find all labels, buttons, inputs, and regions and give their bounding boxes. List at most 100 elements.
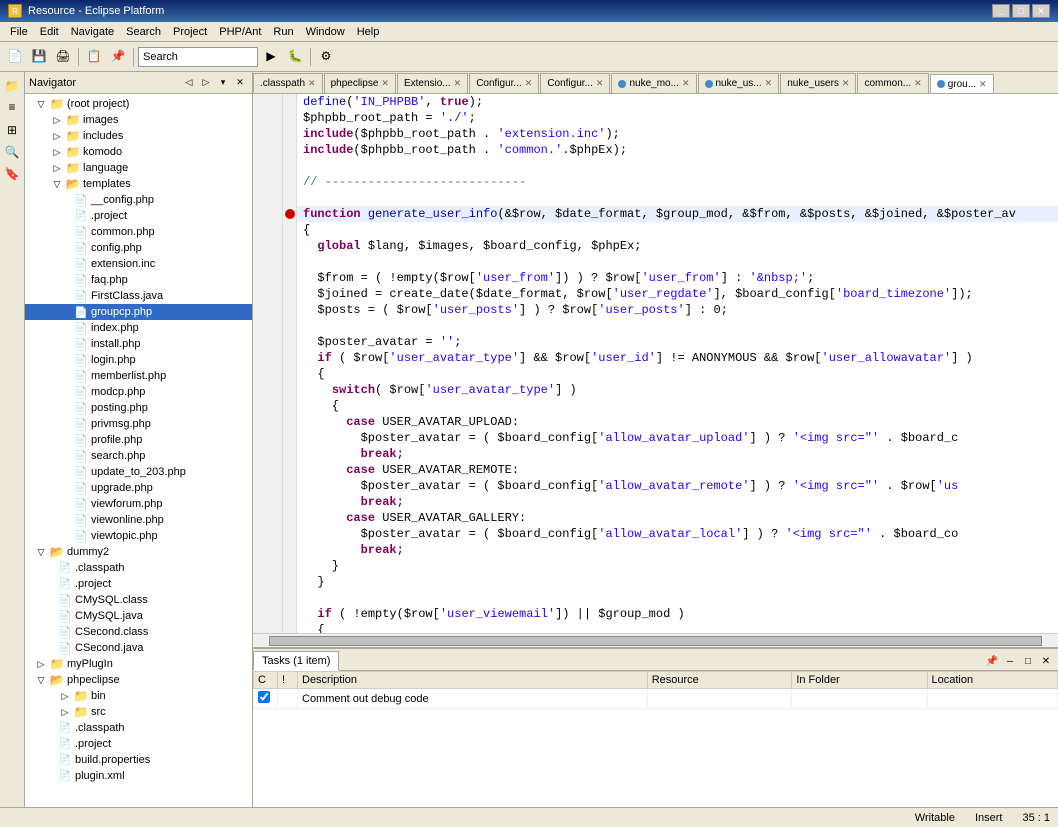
menu-edit[interactable]: Edit xyxy=(34,24,65,40)
list-item[interactable]: 📄 .project xyxy=(25,208,252,224)
list-item[interactable]: 📄 memberlist.php xyxy=(25,368,252,384)
tab-configur2[interactable]: Configur... ✕ xyxy=(540,73,610,93)
list-item[interactable]: 📄 upgrade.php xyxy=(25,480,252,496)
tab-configur1[interactable]: Configur... ✕ xyxy=(469,73,539,93)
list-item[interactable]: ▷ 📁 images xyxy=(25,112,252,128)
menu-search[interactable]: Search xyxy=(120,24,167,40)
tab-close-extensio[interactable]: ✕ xyxy=(454,78,462,89)
search-input[interactable] xyxy=(143,51,233,63)
list-item[interactable]: 📄 plugin.xml xyxy=(25,768,252,784)
list-item[interactable]: 📄 viewforum.php xyxy=(25,496,252,512)
task-checkbox-cell[interactable] xyxy=(254,689,278,709)
nav-menu-button[interactable]: ▾ xyxy=(215,75,231,91)
list-item[interactable]: 📄 CSecond.java xyxy=(25,640,252,656)
outline-icon[interactable]: ≡ xyxy=(2,98,22,118)
hierarchy-icon[interactable]: ⊞ xyxy=(2,120,22,140)
list-item-selected[interactable]: 📄 groupcp.php xyxy=(25,304,252,320)
nav-forward-button[interactable]: ▷ xyxy=(198,75,214,91)
list-item[interactable]: 📄 .classpath xyxy=(25,720,252,736)
list-item[interactable]: ▷ 📁 myPlugIn xyxy=(25,656,252,672)
list-item[interactable]: ▽ 📂 dummy2 xyxy=(25,544,252,560)
tab-phpeclipse[interactable]: phpeclipse ✕ xyxy=(324,73,396,93)
list-item[interactable]: 📄 config.php xyxy=(25,240,252,256)
menu-run[interactable]: Run xyxy=(267,24,299,40)
bottom-minimize-button[interactable]: — xyxy=(1002,654,1018,670)
tab-extensio[interactable]: Extensio... ✕ xyxy=(397,73,468,93)
tab-nuke-mo[interactable]: nuke_mo... ✕ xyxy=(611,73,696,93)
print-button[interactable]: 🖨 xyxy=(52,46,74,68)
bottom-close-button[interactable]: ✕ xyxy=(1038,654,1054,670)
tree-toggle-plugin[interactable]: ▷ xyxy=(33,656,49,672)
list-item[interactable]: 📄 common.php xyxy=(25,224,252,240)
list-item[interactable]: 📄 __config.php xyxy=(25,192,252,208)
list-item[interactable]: ▽ 📂 templates xyxy=(25,176,252,192)
list-item[interactable]: ▷ 📁 bin xyxy=(25,688,252,704)
list-item[interactable]: 📄 .project xyxy=(25,576,252,592)
task-checkbox[interactable] xyxy=(258,691,270,703)
tab-common[interactable]: common... ✕ xyxy=(857,73,928,93)
list-item[interactable]: 📄 CSecond.class xyxy=(25,624,252,640)
menu-window[interactable]: Window xyxy=(300,24,351,40)
list-item[interactable]: 📄 viewtopic.php xyxy=(25,528,252,544)
list-item[interactable]: ▽ 📂 phpeclipse xyxy=(25,672,252,688)
tab-close-groupcp[interactable]: ✕ xyxy=(979,79,987,90)
list-item[interactable]: 📄 index.php xyxy=(25,320,252,336)
tab-close-configur2[interactable]: ✕ xyxy=(596,78,604,89)
tab-classpath[interactable]: .classpath ✕ xyxy=(253,73,323,93)
list-item[interactable]: 📄 FirstClass.java xyxy=(25,288,252,304)
code-editor[interactable]: define('IN_PHPBB', true); $phpbb_root_pa… xyxy=(253,94,1058,633)
tab-nuke-users[interactable]: nuke_users ✕ xyxy=(780,73,856,93)
nav-back-button[interactable]: ◁ xyxy=(181,75,197,91)
list-item[interactable]: 📄 CMySQL.java xyxy=(25,608,252,624)
list-item[interactable]: ▷ 📁 src xyxy=(25,704,252,720)
tab-close-classpath[interactable]: ✕ xyxy=(308,78,316,89)
settings-button[interactable]: ⚙ xyxy=(315,46,337,68)
tree-root[interactable]: ▽ 📁 (root project) xyxy=(25,96,252,112)
menu-file[interactable]: File xyxy=(4,24,34,40)
list-item[interactable]: 📄 viewonline.php xyxy=(25,512,252,528)
tab-close-nukeus[interactable]: ✕ xyxy=(765,78,773,89)
tree-toggle-phpeclipse[interactable]: ▽ xyxy=(33,672,49,688)
scrollbar-thumb[interactable] xyxy=(269,636,1042,646)
list-item[interactable]: 📄 modcp.php xyxy=(25,384,252,400)
tree-toggle-language[interactable]: ▷ xyxy=(49,160,65,176)
search-box[interactable] xyxy=(138,47,258,67)
maximize-button[interactable]: □ xyxy=(1012,4,1030,18)
tab-close-configur1[interactable]: ✕ xyxy=(525,78,533,89)
bottom-pin-button[interactable]: 📌 xyxy=(984,654,1000,670)
tree-toggle-includes[interactable]: ▷ xyxy=(49,128,65,144)
tree-toggle-dummy2[interactable]: ▽ xyxy=(33,544,49,560)
list-item[interactable]: 📄 update_to_203.php xyxy=(25,464,252,480)
run-button[interactable]: ▶ xyxy=(260,46,282,68)
paste-button[interactable]: 📌 xyxy=(107,46,129,68)
list-item[interactable]: 📄 build.properties xyxy=(25,752,252,768)
tab-close-phpeclipse[interactable]: ✕ xyxy=(381,78,389,89)
list-item[interactable]: 📄 .project xyxy=(25,736,252,752)
list-item[interactable]: 📄 .classpath xyxy=(25,560,252,576)
tree-toggle-images[interactable]: ▷ xyxy=(49,112,65,128)
horizontal-scrollbar[interactable] xyxy=(253,633,1058,647)
list-item[interactable]: 📄 search.php xyxy=(25,448,252,464)
menu-project[interactable]: Project xyxy=(167,24,213,40)
code-content[interactable]: define('IN_PHPBB', true); $phpbb_root_pa… xyxy=(253,94,1058,633)
minimize-button[interactable]: _ xyxy=(992,4,1010,18)
tab-groupcp[interactable]: grou... ✕ xyxy=(930,74,994,94)
tab-nuke-us[interactable]: nuke_us... ✕ xyxy=(698,73,780,93)
list-item[interactable]: 📄 posting.php xyxy=(25,400,252,416)
navigator-icon[interactable]: 📁 xyxy=(2,76,22,96)
tree-toggle-komodo[interactable]: ▷ xyxy=(49,144,65,160)
list-item[interactable]: 📄 extension.inc xyxy=(25,256,252,272)
tasks-tab[interactable]: Tasks (1 item) xyxy=(253,651,339,671)
tree-toggle-templates[interactable]: ▽ xyxy=(49,176,65,192)
search-side-icon[interactable]: 🔍 xyxy=(2,142,22,162)
list-item[interactable]: 📄 privmsg.php xyxy=(25,416,252,432)
list-item[interactable]: ▷ 📁 includes xyxy=(25,128,252,144)
tab-close-nukemo[interactable]: ✕ xyxy=(682,78,690,89)
list-item[interactable]: ▷ 📁 komodo xyxy=(25,144,252,160)
list-item[interactable]: 📄 install.php xyxy=(25,336,252,352)
tree-toggle-src[interactable]: ▷ xyxy=(57,704,73,720)
new-button[interactable]: 📄 xyxy=(4,46,26,68)
menu-help[interactable]: Help xyxy=(351,24,386,40)
list-item[interactable]: 📄 login.php xyxy=(25,352,252,368)
close-button[interactable]: ✕ xyxy=(1032,4,1050,18)
